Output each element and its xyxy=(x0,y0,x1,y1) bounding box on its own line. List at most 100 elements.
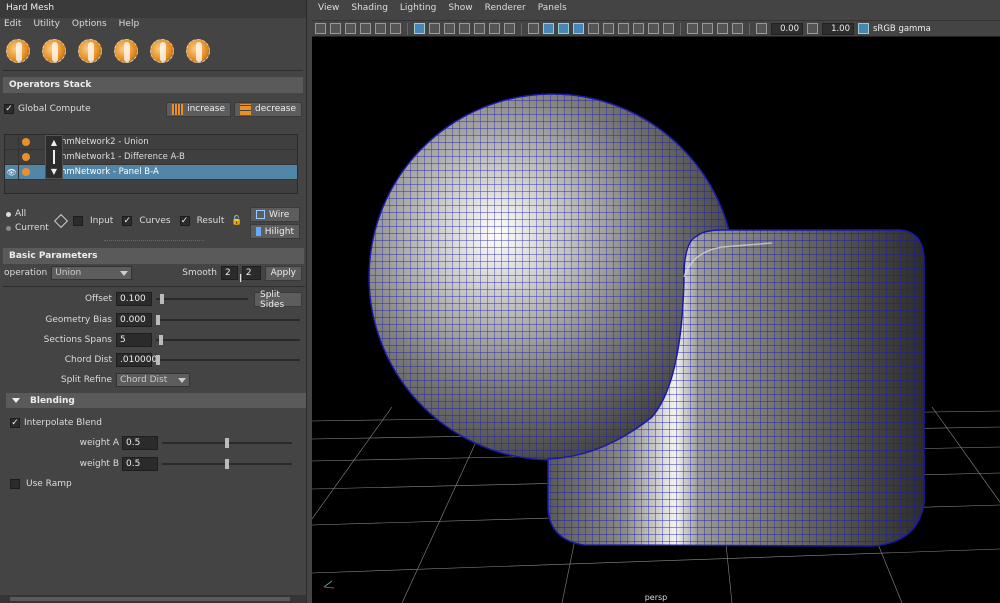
operation-dropdown[interactable]: Union xyxy=(51,266,133,280)
split-refine-dropdown[interactable]: Chord Dist xyxy=(116,373,190,387)
input-checkbox[interactable] xyxy=(73,216,83,226)
smooth-shade-icon[interactable] xyxy=(543,23,554,34)
lights-icon[interactable] xyxy=(588,23,599,34)
colorspace-label[interactable]: sRGB gamma xyxy=(873,24,931,34)
operator-name: hmNetwork - Panel B-A xyxy=(61,167,159,177)
anti-aliasing-icon[interactable] xyxy=(648,23,659,34)
menu-view[interactable]: View xyxy=(318,3,339,17)
arrow-up-icon[interactable]: ▲ xyxy=(51,138,57,147)
hardmesh-panel-icon[interactable] xyxy=(114,39,138,63)
safe-action-icon[interactable] xyxy=(489,23,500,34)
arrow-down-icon[interactable]: ▼ xyxy=(51,167,57,176)
ambient-occlusion-icon[interactable] xyxy=(618,23,629,34)
apply-button[interactable]: Apply xyxy=(264,265,302,281)
result-checkbox[interactable]: ✓ xyxy=(179,216,190,226)
xray-components-icon[interactable] xyxy=(732,23,743,34)
hardmesh-union-icon[interactable] xyxy=(6,39,30,63)
horizontal-scrollbar[interactable] xyxy=(0,595,306,603)
hardmesh-intersect-icon[interactable] xyxy=(78,39,102,63)
grease-pencil-icon[interactable] xyxy=(390,23,401,34)
smooth-field-a[interactable]: 2 xyxy=(220,266,238,280)
weight-a-slider[interactable] xyxy=(162,438,292,448)
grid-icon[interactable] xyxy=(414,23,425,34)
menu-panels[interactable]: Panels xyxy=(538,3,567,17)
decrease-button[interactable]: decrease xyxy=(234,101,302,117)
2d-pan-icon[interactable] xyxy=(375,23,386,34)
visibility-toggle[interactable] xyxy=(5,149,19,165)
color-management-icon[interactable] xyxy=(858,23,869,34)
split-sides-button[interactable]: Split Sides xyxy=(254,290,302,310)
increase-button[interactable]: increase xyxy=(166,101,232,117)
image-plane-icon[interactable] xyxy=(360,23,371,34)
exposure-icon[interactable] xyxy=(756,23,767,34)
chord-dist-label: Chord Dist xyxy=(64,355,112,365)
operators-stack-header[interactable]: Operators Stack xyxy=(3,77,303,93)
operation-label: operation xyxy=(4,268,48,278)
use-ramp-checkbox[interactable] xyxy=(10,479,20,489)
viewport-toolbar: 0.00 1.00 sRGB gamma xyxy=(312,20,1000,37)
chord-dist-field[interactable]: .010000 xyxy=(116,353,157,367)
basic-parameters-header[interactable]: Basic Parameters xyxy=(3,248,304,264)
gate-mask-icon[interactable] xyxy=(459,23,470,34)
sections-spans-label: Sections Spans xyxy=(43,335,112,345)
lock-icon[interactable]: 🔓 xyxy=(231,216,242,226)
offset-slider[interactable] xyxy=(156,294,248,304)
gamma-icon[interactable] xyxy=(807,23,818,34)
xray-joints-icon[interactable] xyxy=(717,23,728,34)
safe-title-icon[interactable] xyxy=(504,23,515,34)
shadows-icon[interactable] xyxy=(603,23,614,34)
geometry-bias-slider[interactable] xyxy=(156,315,300,325)
sections-spans-slider[interactable] xyxy=(156,335,300,345)
sections-spans-field[interactable]: 5 xyxy=(116,333,152,347)
resolution-gate-icon[interactable] xyxy=(444,23,455,34)
depth-of-field-icon[interactable] xyxy=(663,23,674,34)
weight-b-slider[interactable] xyxy=(162,459,292,469)
exposure-field[interactable]: 0.00 xyxy=(771,22,803,35)
hardmesh-slice-icon[interactable] xyxy=(150,39,174,63)
menu-renderer[interactable]: Renderer xyxy=(485,3,526,17)
weight-a-field[interactable]: 0.5 xyxy=(122,436,158,450)
wireframe-on-shaded-icon[interactable] xyxy=(558,23,569,34)
menu-help[interactable]: Help xyxy=(119,19,140,33)
radio-current[interactable] xyxy=(6,225,11,231)
menu-edit[interactable]: Edit xyxy=(4,19,21,33)
isolate-select-icon[interactable] xyxy=(687,23,698,34)
eye-icon[interactable]: 👁 xyxy=(5,164,19,180)
collapse-arrow-icon[interactable] xyxy=(12,398,20,403)
visibility-toggle[interactable] xyxy=(5,134,19,150)
gamma-field[interactable]: 1.00 xyxy=(822,22,854,35)
wire-button[interactable]: Wire xyxy=(250,207,300,222)
camera-icon[interactable] xyxy=(315,23,326,34)
menu-show[interactable]: Show xyxy=(448,3,472,17)
radio-all[interactable] xyxy=(6,211,11,217)
chord-dist-slider[interactable] xyxy=(156,355,300,365)
geometry-bias-field[interactable]: 0.000 xyxy=(116,313,152,327)
hardmesh-difference-icon[interactable] xyxy=(42,39,66,63)
window-title: Hard Mesh xyxy=(0,0,306,18)
wireframe-icon[interactable] xyxy=(528,23,539,34)
chevron-down-icon xyxy=(120,270,129,276)
blending-header[interactable]: Blending xyxy=(6,393,306,408)
smooth-label: Smooth xyxy=(182,268,217,278)
menu-utility[interactable]: Utility xyxy=(33,19,59,33)
smooth-field-b[interactable]: 2 xyxy=(241,266,261,280)
menu-options[interactable]: Options xyxy=(72,19,107,33)
film-gate-icon[interactable] xyxy=(429,23,440,34)
hardmesh-split-icon[interactable] xyxy=(186,39,210,63)
3d-viewport-canvas[interactable] xyxy=(312,37,1000,603)
offset-field[interactable]: 0.100 xyxy=(116,292,152,306)
field-chart-icon[interactable] xyxy=(474,23,485,34)
motion-blur-icon[interactable] xyxy=(633,23,644,34)
global-compute-checkbox[interactable]: ✓ xyxy=(4,104,14,114)
weight-b-field[interactable]: 0.5 xyxy=(122,457,158,471)
curves-checkbox[interactable]: ✓ xyxy=(122,216,133,226)
bookmark-icon[interactable] xyxy=(345,23,356,34)
interpolate-blend-checkbox[interactable]: ✓ xyxy=(10,418,20,428)
menu-shading[interactable]: Shading xyxy=(351,3,388,17)
camera-attributes-icon[interactable] xyxy=(330,23,341,34)
xray-icon[interactable] xyxy=(702,23,713,34)
textured-icon[interactable] xyxy=(573,23,584,34)
hilight-button[interactable]: Hilight xyxy=(250,224,300,239)
menu-lighting[interactable]: Lighting xyxy=(400,3,436,17)
reorder-handle[interactable]: ▲ ▼ xyxy=(45,135,63,179)
